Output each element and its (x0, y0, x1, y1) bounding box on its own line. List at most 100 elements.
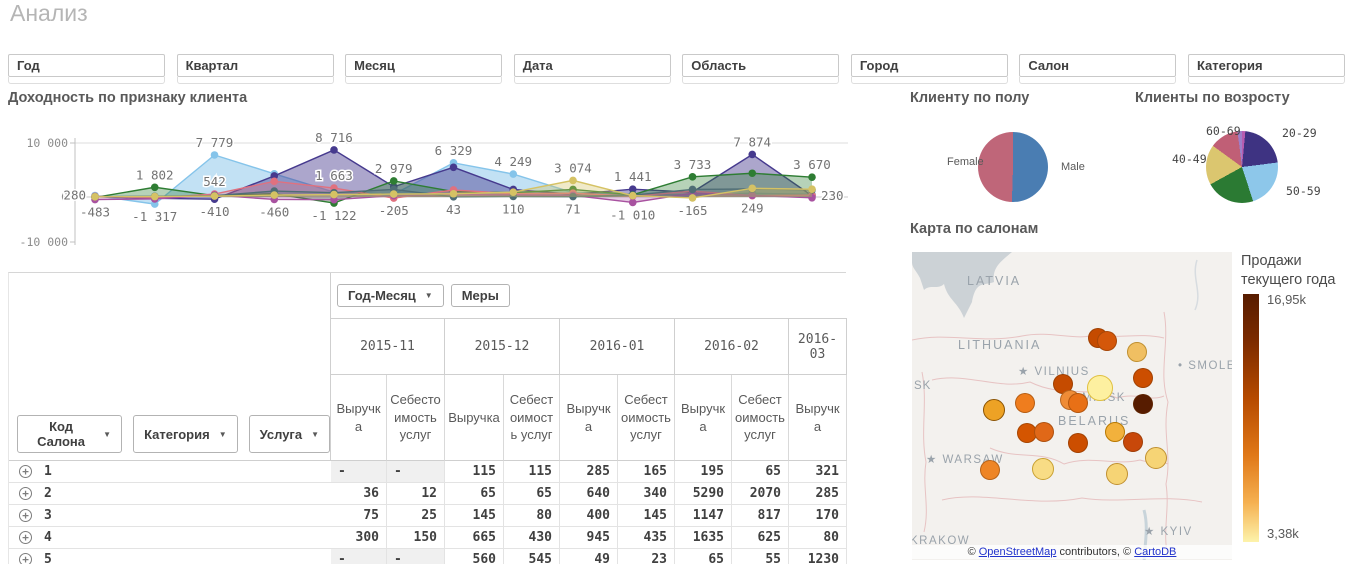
month-header[interactable]: 2016-01 (560, 319, 675, 375)
salon-bubble[interactable] (1127, 342, 1147, 362)
pivot-cell: 1147 (675, 505, 732, 527)
age-label-60-69: 60-69 (1206, 124, 1241, 138)
salon-bubble[interactable] (1068, 393, 1088, 413)
pivot-cell: 1635 (675, 527, 732, 549)
svg-text:7 874: 7 874 (733, 134, 771, 149)
pivot-cell: - (331, 461, 387, 483)
pivot-cell: 665 (445, 527, 504, 549)
salon-bubble[interactable] (983, 399, 1005, 421)
measure-header[interactable]: Выручка (560, 375, 618, 461)
salon-map[interactable]: LATVIALITHUANIA★ VILNIUS• SMOLENSKMINSKB… (912, 252, 1232, 560)
month-header[interactable]: 2016-02 (675, 319, 789, 375)
salon-bubble[interactable] (1034, 422, 1054, 442)
filter-box-1[interactable]: Год (8, 54, 165, 84)
pivot-cell: 23 (618, 549, 675, 564)
filter-dropdown-tail (682, 77, 839, 84)
pivot-cell: 25 (387, 505, 445, 527)
svg-text:-10 000: -10 000 (20, 235, 69, 249)
filter-label: Салон (1019, 54, 1176, 77)
expand-row-icon[interactable]: + (19, 509, 32, 522)
map-place-latvia: LATVIA (967, 274, 1021, 288)
page-title: Анализ (10, 0, 88, 27)
salon-bubble[interactable] (1097, 331, 1117, 351)
openstreetmap-link[interactable]: OpenStreetMap (979, 546, 1057, 558)
pivot-cell: 65 (445, 483, 504, 505)
month-header[interactable]: 2016-03 (789, 319, 847, 375)
month-header[interactable]: 2015-11 (331, 319, 445, 375)
svg-text:230: 230 (821, 188, 844, 203)
row-key: 3 (44, 508, 52, 523)
chevron-down-icon: ▼ (425, 291, 433, 300)
pivot-cell: 115 (504, 461, 560, 483)
map-place-kyiv: ★ KYIV (1144, 524, 1193, 538)
measure-header[interactable]: Выручка (331, 375, 387, 461)
age-pie[interactable] (1206, 131, 1278, 203)
measure-header[interactable]: Себестоимость услуг (618, 375, 675, 461)
filter-box-4[interactable]: Дата (514, 54, 671, 84)
filter-box-5[interactable]: Область (682, 54, 839, 84)
month-header[interactable]: 2015-12 (445, 319, 560, 375)
row-dimension-button-2[interactable]: Категория▼ (133, 415, 238, 453)
filter-box-7[interactable]: Салон (1019, 54, 1176, 84)
salon-bubble[interactable] (1133, 368, 1153, 388)
measure-header[interactable]: Себестоимость услуг (387, 375, 445, 461)
svg-text:6 329: 6 329 (435, 143, 473, 158)
map-place-sk: SK (914, 380, 931, 392)
chevron-down-icon: ▼ (311, 430, 319, 439)
expand-row-icon[interactable]: + (19, 531, 32, 544)
expand-row-icon[interactable]: + (19, 465, 32, 478)
measure-header[interactable]: Выручка (445, 375, 504, 461)
measure-header[interactable]: Выручка (675, 375, 732, 461)
filter-box-3[interactable]: Месяц (345, 54, 502, 84)
measure-header[interactable]: Себестоимость услуг (504, 375, 560, 461)
row-key: 5 (44, 552, 52, 564)
age-label-40-49: 40-49 (1172, 152, 1207, 166)
pivot-cell: 285 (560, 461, 618, 483)
gender-label-male: Male (1061, 161, 1085, 173)
pivot-row-header: +4 (9, 527, 331, 549)
measure-header[interactable]: Себестоимость услуг (732, 375, 789, 461)
salon-bubble[interactable] (1123, 432, 1143, 452)
measures-button-label: Меры (462, 288, 499, 303)
pivot-cell: 36 (331, 483, 387, 505)
salon-bubble[interactable] (1133, 394, 1153, 414)
chevron-down-icon: ▼ (219, 430, 227, 439)
salon-bubble[interactable] (1032, 458, 1054, 480)
profit-chart-title: Доходность по признаку клиента (8, 90, 247, 106)
row-dimension-button-1[interactable]: Код Салона▼ (17, 415, 122, 453)
filter-label: Год (8, 54, 165, 77)
expand-row-icon[interactable]: + (19, 553, 32, 564)
gender-pie-title: Клиенту по полу (910, 90, 1029, 106)
gender-pie[interactable] (978, 132, 1048, 202)
svg-text:-483: -483 (80, 205, 110, 220)
expand-row-icon[interactable]: + (19, 487, 32, 500)
salon-bubble[interactable] (1106, 463, 1128, 485)
salon-bubble[interactable] (980, 460, 1000, 480)
row-dimension-button-3[interactable]: Услуга▼ (249, 415, 330, 453)
salon-bubble[interactable] (1087, 375, 1113, 401)
pivot-cell: 49 (560, 549, 618, 564)
pivot-cell: 321 (789, 461, 847, 483)
measure-header[interactable]: Выручка (789, 375, 847, 461)
pivot-cell: 115 (445, 461, 504, 483)
salon-bubble[interactable] (1145, 447, 1167, 469)
pivot-cell: 145 (618, 505, 675, 527)
filter-dropdown-tail (8, 77, 165, 84)
column-dimension-button[interactable]: Год-Месяц▼ (337, 284, 444, 307)
filter-box-6[interactable]: Город (851, 54, 1008, 84)
salon-bubble[interactable] (1068, 433, 1088, 453)
salon-bubble[interactable] (1105, 422, 1125, 442)
pivot-cell: 430 (504, 527, 560, 549)
filter-box-8[interactable]: Категория (1188, 54, 1345, 84)
map-legend-gradient (1243, 294, 1259, 542)
map-legend-title: Продажи текущего года (1241, 252, 1353, 290)
filter-label: Город (851, 54, 1008, 77)
salon-bubble[interactable] (1015, 393, 1035, 413)
pivot-cell: 170 (789, 505, 847, 527)
map-place-lithuania: LITHUANIA (958, 338, 1041, 352)
profitability-chart[interactable]: 10 0000-10 000280-4831 802-1 3177 779542… (0, 105, 860, 270)
cartodb-link[interactable]: CartoDB (1134, 546, 1176, 558)
measures-button[interactable]: Меры (451, 284, 510, 307)
filter-box-2[interactable]: Квартал (177, 54, 334, 84)
svg-text:7 779: 7 779 (196, 135, 234, 150)
